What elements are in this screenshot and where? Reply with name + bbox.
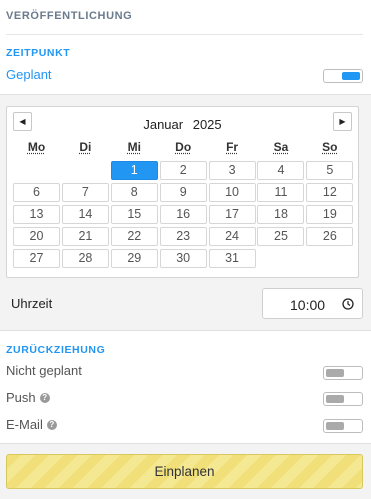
- time-value: 10:00: [290, 297, 326, 313]
- weekday-header: Sa: [273, 140, 289, 154]
- help-icon[interactable]: ?: [39, 393, 50, 403]
- section-label-zeitpunkt: ZEITPUNKT: [6, 47, 71, 59]
- calendar-day[interactable]: 26: [306, 227, 354, 246]
- empty-day-cell: [62, 161, 109, 180]
- geplant-label: Geplant: [6, 67, 52, 82]
- month-label: Januar: [143, 117, 184, 132]
- nicht-geplant-label: Nicht geplant: [6, 363, 82, 378]
- geplant-toggle[interactable]: [323, 69, 363, 83]
- weekday-header: Di: [79, 140, 92, 154]
- next-month-button[interactable]: ▶: [333, 112, 352, 131]
- email-toggle[interactable]: [323, 419, 363, 433]
- month-year-header: Januar 2025: [7, 117, 358, 132]
- toggle-knob: [326, 422, 344, 430]
- weekday-header: Mi: [127, 140, 141, 154]
- calendar-day[interactable]: 28: [61, 249, 109, 268]
- weekday-header: So: [322, 140, 338, 154]
- calendar-day[interactable]: 6: [13, 183, 60, 202]
- toggle-knob: [342, 72, 360, 80]
- calendar-day[interactable]: 17: [208, 205, 256, 224]
- calendar-day-selected[interactable]: 1: [110, 161, 158, 180]
- schedule-panel: ◀ Januar 2025 ▶ Mo Di Mi Do Fr Sa So 1 2 3 4 5 6 7 8 9 1…: [0, 94, 371, 331]
- calendar-day[interactable]: 23: [159, 227, 207, 246]
- calendar-day[interactable]: 14: [61, 205, 109, 224]
- time-label: Uhrzeit: [11, 296, 53, 311]
- clock-icon[interactable]: [342, 298, 354, 310]
- calendar-day[interactable]: 7: [61, 183, 109, 202]
- calendar-day[interactable]: 12: [306, 183, 354, 202]
- footer: Einplanen: [0, 444, 371, 499]
- calendar-day[interactable]: 20: [13, 227, 60, 246]
- calendar-day[interactable]: 25: [257, 227, 305, 246]
- calendar-day[interactable]: 30: [159, 249, 207, 268]
- calendar-day[interactable]: 5: [306, 161, 354, 180]
- divider: [6, 34, 363, 35]
- calendar-day[interactable]: 21: [61, 227, 109, 246]
- calendar-day[interactable]: 15: [110, 205, 158, 224]
- calendar-day[interactable]: 3: [208, 161, 256, 180]
- nicht-geplant-toggle[interactable]: [323, 366, 363, 380]
- calendar-day[interactable]: 4: [257, 161, 305, 180]
- weekday-header: Do: [175, 140, 192, 154]
- calendar-day[interactable]: 13: [13, 205, 60, 224]
- help-icon[interactable]: ?: [46, 420, 57, 430]
- calendar-day[interactable]: 31: [208, 249, 256, 268]
- page-title: VERÖFFENTLICHUNG: [6, 10, 133, 22]
- calendar-day[interactable]: 10: [208, 183, 256, 202]
- empty-day-cell: [13, 161, 60, 180]
- calendar-day[interactable]: 9: [159, 183, 207, 202]
- calendar-day[interactable]: 19: [306, 205, 354, 224]
- calendar-day[interactable]: 18: [257, 205, 305, 224]
- weekday-header: Fr: [226, 140, 239, 154]
- push-row: Push?: [6, 390, 50, 405]
- calendar: ◀ Januar 2025 ▶ Mo Di Mi Do Fr Sa So 1 2 3 4 5 6 7 8 9 1…: [6, 106, 359, 278]
- calendar-day[interactable]: 27: [13, 249, 60, 268]
- calendar-day[interactable]: 16: [159, 205, 207, 224]
- calendar-day[interactable]: 2: [159, 161, 207, 180]
- email-row: E-Mail?: [6, 417, 57, 432]
- toggle-knob: [326, 369, 344, 377]
- push-label: Push: [6, 390, 36, 405]
- calendar-day[interactable]: 8: [110, 183, 158, 202]
- calendar-grid: Mo Di Mi Do Fr Sa So 1 2 3 4 5 6 7 8 9 10 11 12 13 14 15 16 17 1…: [13, 140, 354, 268]
- section-label-zurueckziehung: ZURÜCKZIEHUNG: [6, 344, 106, 356]
- time-input[interactable]: 10:00: [262, 288, 363, 319]
- schedule-button[interactable]: Einplanen: [6, 454, 363, 489]
- calendar-day[interactable]: 29: [110, 249, 158, 268]
- weekday-header: Mo: [27, 140, 46, 154]
- push-toggle[interactable]: [323, 392, 363, 406]
- email-label: E-Mail: [6, 417, 43, 432]
- year-label: 2025: [192, 117, 222, 132]
- toggle-knob: [326, 395, 344, 403]
- calendar-day[interactable]: 11: [257, 183, 305, 202]
- calendar-day[interactable]: 22: [110, 227, 158, 246]
- calendar-day[interactable]: 24: [208, 227, 256, 246]
